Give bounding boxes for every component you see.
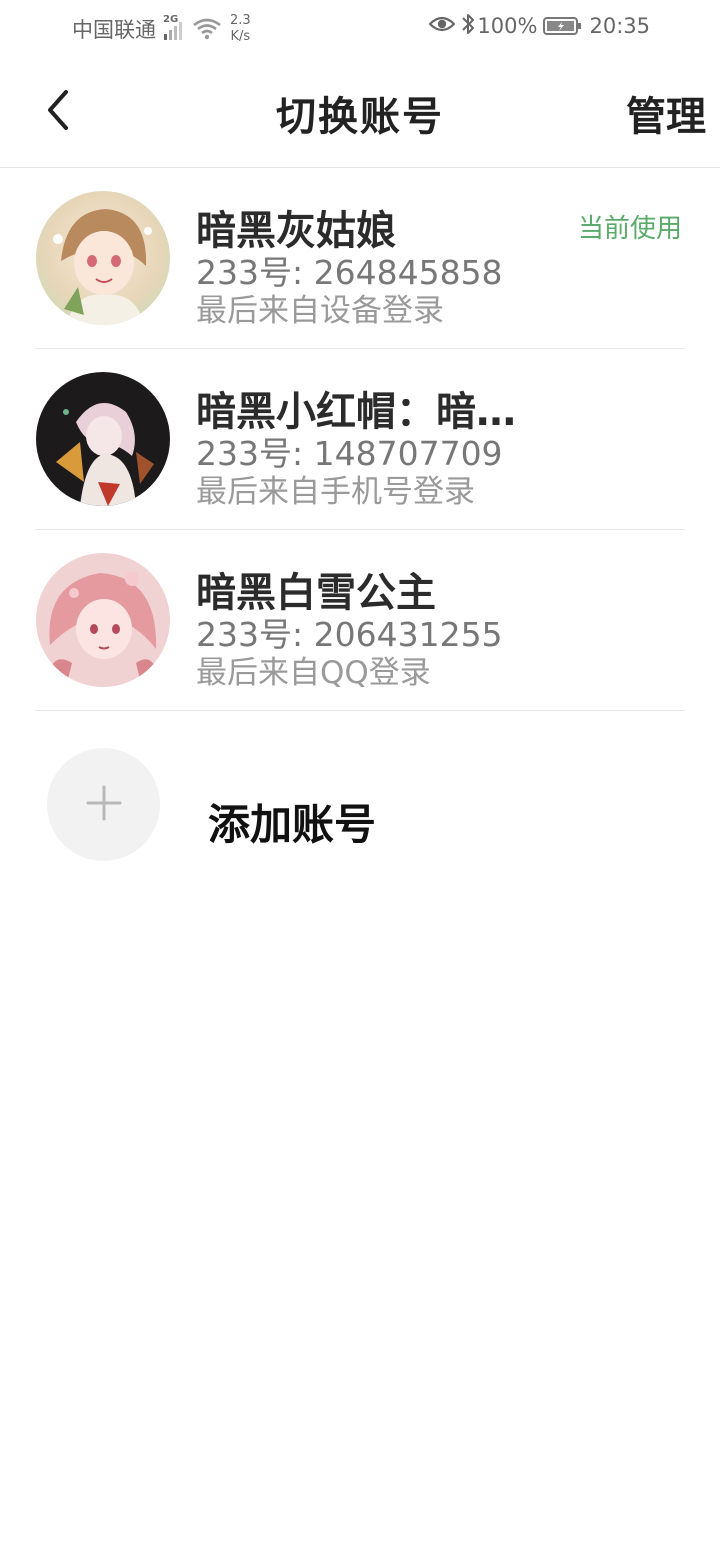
signal-icon: 2G [160,14,188,43]
battery-icon [543,16,583,36]
plus-icon [84,783,124,827]
status-right: 100% 20:35 [428,12,650,40]
speed-unit: K/s [230,29,251,44]
avatar [36,553,170,687]
account-login-source: 最后来自设备登录 [196,293,444,329]
manage-button[interactable]: 管理 [626,84,706,142]
network-speed: 2.3 K/s [230,13,251,45]
status-bar: 中国联通 2G 2.3 K/s 100% 20:35 [0,0,720,56]
page-title: 切换账号 [276,94,444,140]
add-account-button[interactable]: 添加账号 [0,713,720,893]
wifi-icon [192,16,222,42]
status-left: 中国联通 2G 2.3 K/s [72,13,251,45]
battery-percent: 100% [477,14,538,38]
top-app-bar: 切换账号 管理 [0,56,720,168]
current-account-badge: 当前使用 [577,214,682,244]
avatar [36,191,170,325]
account-login-source: 最后来自QQ登录 [196,655,431,691]
eye-icon [428,14,456,38]
speed-value: 2.3 [230,13,251,28]
bluetooth-icon [461,12,475,40]
account-item[interactable]: 暗黑灰姑娘 233号: 264845858 最后来自设备登录 [0,168,720,349]
account-list: 暗黑灰姑娘 233号: 264845858 最后来自设备登录 暗黑小红帽：暗黑小… [0,168,720,711]
account-login-source: 最后来自手机号登录 [196,474,475,510]
clock-time: 20:35 [589,14,650,38]
account-item[interactable]: 暗黑白雪公主 233号: 206431255 最后来自QQ登录 [0,530,720,711]
divider [35,710,685,711]
account-item[interactable]: 暗黑小红帽：暗黑小红帽 233号: 148707709 最后来自手机号登录 [0,349,720,530]
avatar [36,372,170,506]
add-account-circle [47,748,160,861]
carrier-label: 中国联通 [72,18,156,42]
add-account-label: 添加账号 [208,800,377,849]
network-type-label: 2G [163,14,179,25]
